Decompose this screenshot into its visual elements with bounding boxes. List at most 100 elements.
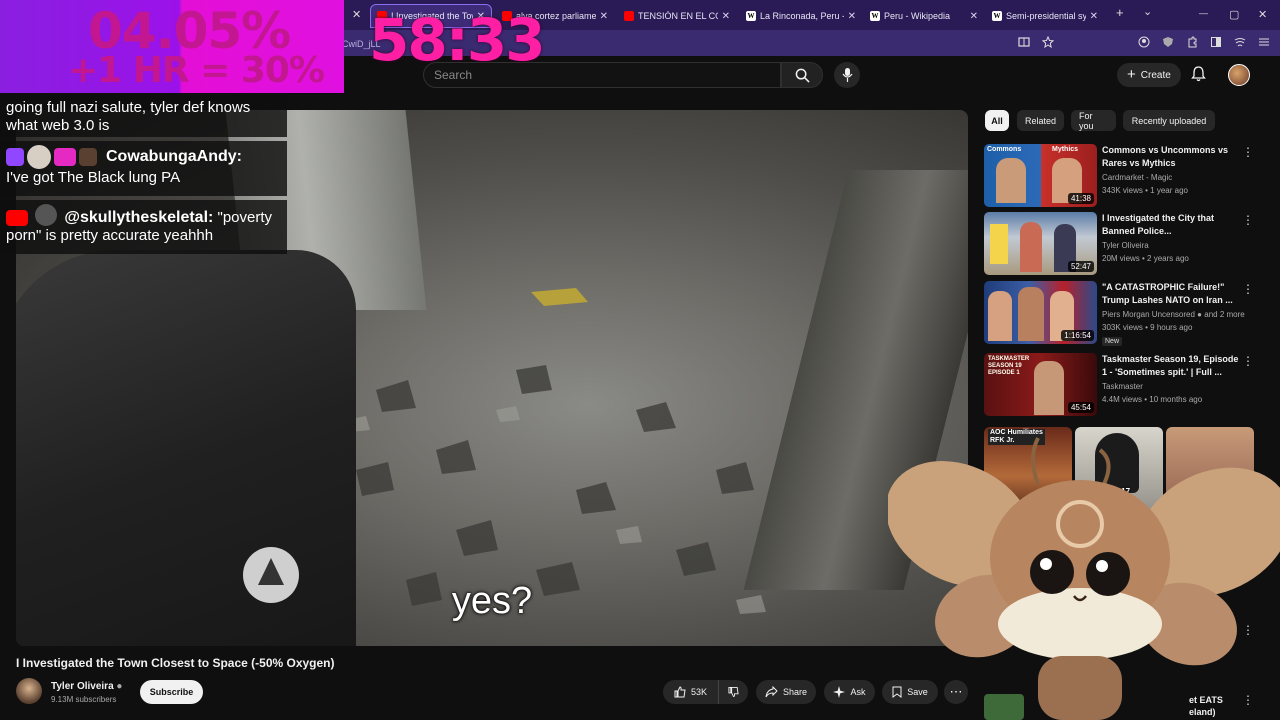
emote-badge-icon bbox=[79, 148, 97, 166]
tab-close-icon[interactable]: ✕ bbox=[722, 11, 730, 22]
tab-label: TENSIÓN EN EL CON bbox=[638, 11, 718, 21]
overlay-percent-rule: +1 HR = 30% bbox=[68, 50, 325, 91]
overlay-oxygen-panel: 04.05% +1 HR = 30% bbox=[0, 0, 344, 93]
profile-avatar[interactable] bbox=[1228, 64, 1250, 86]
thumbnail-person bbox=[1020, 222, 1042, 272]
ask-button[interactable]: Ask bbox=[824, 680, 875, 704]
subscribe-button[interactable]: Subscribe bbox=[140, 680, 203, 704]
channel-avatar[interactable] bbox=[16, 678, 42, 704]
tab-close-icon[interactable]: ✕ bbox=[352, 8, 361, 21]
plus-icon: + bbox=[1127, 66, 1136, 83]
search-button[interactable] bbox=[781, 62, 823, 88]
chip-for-you[interactable]: For you bbox=[1071, 110, 1116, 131]
twitch-icon bbox=[6, 148, 24, 166]
toolbar-icons bbox=[1018, 36, 1270, 48]
channel-name[interactable]: Taskmaster bbox=[1102, 382, 1143, 391]
share-icon bbox=[765, 686, 778, 698]
tab-search-icon[interactable]: ⌄ bbox=[1143, 5, 1152, 18]
wikipedia-favicon-icon: W bbox=[870, 11, 880, 21]
thumbnail-sign bbox=[990, 224, 1008, 264]
chat-message: CowabungaAndy: I've got The Black lung P… bbox=[0, 141, 287, 196]
chip-all[interactable]: All bbox=[985, 110, 1009, 131]
new-tab-button[interactable]: + bbox=[1116, 5, 1124, 20]
youtube-favicon-icon bbox=[624, 11, 634, 21]
tab-close-icon[interactable]: ✕ bbox=[1090, 11, 1098, 22]
video-duration: 52:47 bbox=[1067, 261, 1094, 272]
video-meta: 20M views • 2 years ago bbox=[1102, 254, 1189, 263]
thumbnail-text: Mythics bbox=[1052, 146, 1079, 153]
thumbnail-text: EPISODE 1 bbox=[988, 370, 1020, 376]
minimize-button[interactable]: — bbox=[1199, 8, 1208, 18]
video-title[interactable]: Taskmaster Season 19, Episode 1 - 'Somet… bbox=[1102, 353, 1242, 379]
chip-recently-uploaded[interactable]: Recently uploaded bbox=[1123, 110, 1215, 131]
thumbs-up-icon bbox=[674, 686, 686, 698]
tab-close-icon[interactable]: ✕ bbox=[600, 11, 608, 22]
tab[interactable]: TENSIÓN EN EL CON ✕ bbox=[618, 4, 736, 28]
vtuber-moth-avatar bbox=[888, 437, 1280, 720]
menu-icon[interactable] bbox=[1258, 36, 1270, 48]
shield-icon[interactable] bbox=[1162, 36, 1174, 48]
chat-username: @skullytheskeletal: bbox=[64, 209, 214, 226]
tab-close-icon[interactable]: ✕ bbox=[970, 11, 978, 22]
verified-icon: ● bbox=[1197, 310, 1203, 319]
chat-text: going full nazi salute, tyler def knows … bbox=[6, 99, 251, 134]
thumbnail-person bbox=[1018, 287, 1044, 341]
maximize-button[interactable]: ▢ bbox=[1229, 8, 1239, 21]
video-title[interactable]: I Investigated the City that Banned Poli… bbox=[1102, 212, 1242, 238]
ask-label: Ask bbox=[850, 687, 866, 697]
channel-name-text: Piers Morgan Uncensored bbox=[1102, 310, 1195, 319]
video-duration: 1:16:54 bbox=[1061, 330, 1094, 341]
account-icon[interactable] bbox=[1138, 36, 1150, 48]
thumbs-down-icon bbox=[728, 686, 739, 698]
subscriber-count: 9.13M subscribers bbox=[51, 695, 117, 704]
recommended-video[interactable]: 52:47 I Investigated the City that Banne… bbox=[984, 212, 1274, 276]
create-button[interactable]: + Create bbox=[1117, 63, 1181, 87]
bookmark-star-icon[interactable] bbox=[1042, 36, 1054, 48]
channel-name[interactable]: Tyler Oliveira ● bbox=[51, 681, 122, 692]
sidebar-icon[interactable] bbox=[1210, 36, 1222, 48]
tab[interactable]: W La Rinconada, Peru - Wik ✕ bbox=[740, 4, 862, 28]
channel-name-text: Tyler Oliveira bbox=[51, 681, 114, 692]
tab[interactable]: W Semi-presidential syster ✕ bbox=[986, 4, 1104, 28]
channel-extra: and 2 more bbox=[1204, 310, 1245, 319]
new-badge: New bbox=[1102, 337, 1123, 346]
share-button[interactable]: Share bbox=[756, 680, 816, 704]
overlay-timer: 58:33 bbox=[369, 6, 546, 74]
create-label: Create bbox=[1140, 69, 1171, 81]
channel-name[interactable]: Piers Morgan Uncensored ● and 2 more bbox=[1102, 310, 1245, 319]
video-thumbnail[interactable]: Commons Mythics 41:38 bbox=[984, 144, 1097, 207]
youtube-icon bbox=[6, 210, 28, 226]
tab[interactable]: W Peru - Wikipedia ✕ bbox=[864, 4, 984, 28]
more-options-icon[interactable]: ⋮ bbox=[1242, 146, 1254, 158]
recommended-video[interactable]: TASKMASTER SEASON 19 EPISODE 1 45:54 Tas… bbox=[984, 353, 1274, 417]
thumbnail-text-block: TASKMASTER SEASON 19 EPISODE 1 bbox=[988, 356, 1029, 377]
extensions-icon[interactable] bbox=[1186, 36, 1198, 48]
thumbnail-person bbox=[996, 158, 1026, 203]
video-meta: 343K views • 1 year ago bbox=[1102, 186, 1188, 195]
more-options-icon[interactable]: ⋮ bbox=[1242, 214, 1254, 226]
video-thumbnail[interactable]: 1:16:54 bbox=[984, 281, 1097, 344]
notifications-bell-icon[interactable] bbox=[1191, 66, 1206, 82]
video-thumbnail[interactable]: TASKMASTER SEASON 19 EPISODE 1 45:54 bbox=[984, 353, 1097, 416]
channel-name[interactable]: Tyler Oliveira bbox=[1102, 241, 1149, 250]
wallet-icon[interactable] bbox=[1234, 36, 1246, 48]
close-window-button[interactable]: ✕ bbox=[1258, 8, 1267, 21]
thumbnail-text: TASKMASTER bbox=[988, 356, 1030, 362]
channel-name[interactable]: Cardmarket - Magic bbox=[1102, 173, 1172, 182]
more-options-icon[interactable]: ⋮ bbox=[1242, 355, 1254, 367]
video-thumbnail[interactable]: 52:47 bbox=[984, 212, 1097, 275]
voice-search-button[interactable] bbox=[834, 62, 860, 88]
dislike-button[interactable] bbox=[718, 680, 748, 704]
chat-avatar bbox=[27, 145, 51, 169]
tab-close-icon[interactable]: ✕ bbox=[848, 11, 856, 22]
video-title[interactable]: "A CATASTROPHIC Failure!" Trump Lashes N… bbox=[1102, 281, 1242, 307]
reader-mode-icon[interactable] bbox=[1018, 36, 1030, 48]
microphone-icon bbox=[842, 68, 852, 82]
like-button[interactable]: 53K bbox=[663, 680, 718, 704]
more-options-icon[interactable]: ⋮ bbox=[1242, 283, 1254, 295]
recommended-video[interactable]: Commons Mythics 41:38 Commons vs Uncommo… bbox=[984, 144, 1274, 208]
video-duration: 45:54 bbox=[1067, 402, 1094, 413]
recommended-video[interactable]: 1:16:54 "A CATASTROPHIC Failure!" Trump … bbox=[984, 281, 1274, 346]
video-title[interactable]: Commons vs Uncommons vs Rares vs Mythics bbox=[1102, 144, 1242, 170]
chip-related[interactable]: Related bbox=[1017, 110, 1064, 131]
